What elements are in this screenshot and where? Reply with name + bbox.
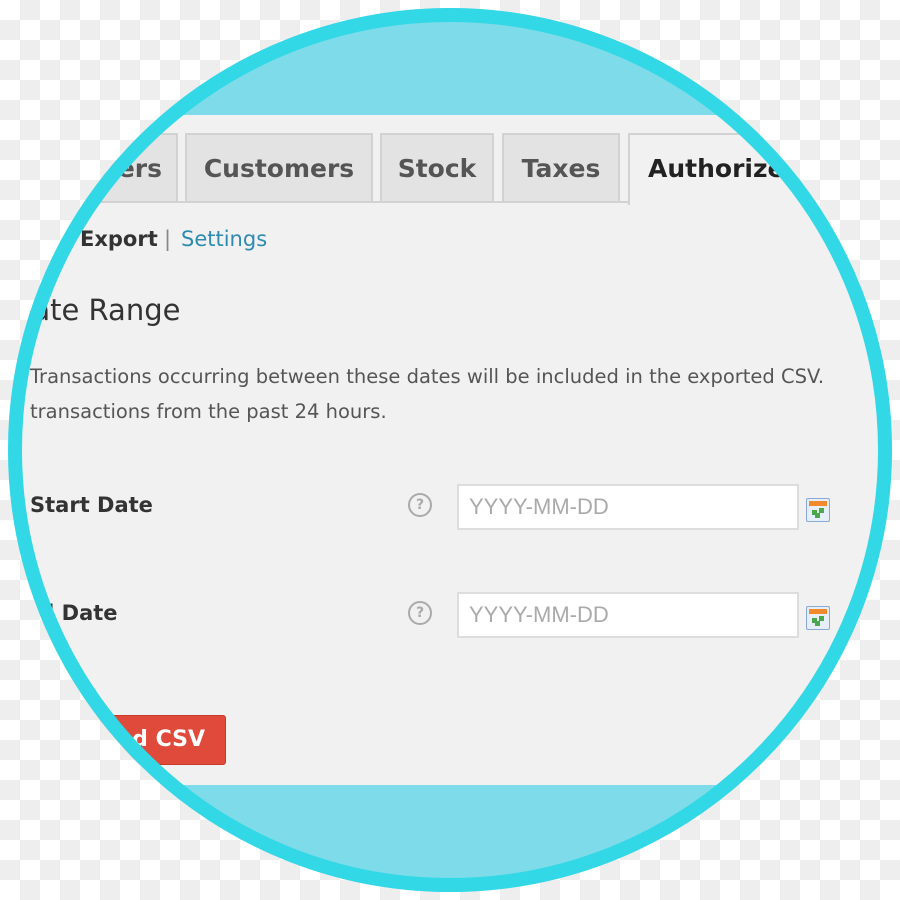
question-circle-icon[interactable]: ? xyxy=(408,601,432,625)
tab-taxes[interactable]: Taxes xyxy=(502,133,620,201)
tab-orders[interactable]: Orders xyxy=(8,133,178,201)
section-description-line2: transactions from the past 24 hours. xyxy=(30,400,387,423)
end-date-input[interactable] xyxy=(457,592,799,638)
subnav-export[interactable]: Export xyxy=(80,227,158,251)
tab-stock[interactable]: Stock xyxy=(380,133,494,201)
settings-panel: Orders Customers Stock Taxes Authorize E… xyxy=(8,115,892,785)
start-date-label: Start Date xyxy=(30,493,153,517)
subnav-separator: | xyxy=(164,227,172,251)
subnav-settings-link[interactable]: Settings xyxy=(181,227,267,251)
download-csv-button[interactable]: Download CSV xyxy=(8,715,226,765)
start-date-input[interactable] xyxy=(457,484,799,530)
section-title: Date Range xyxy=(10,293,181,327)
circular-frame: Orders Customers Stock Taxes Authorize E… xyxy=(8,8,892,892)
calendar-icon[interactable] xyxy=(806,606,830,630)
end-date-label: End Date xyxy=(10,601,118,625)
tab-customers[interactable]: Customers xyxy=(185,133,373,201)
section-description-line1: Transactions occurring between these dat… xyxy=(30,365,825,388)
tab-authorize[interactable]: Authorize xyxy=(628,133,892,205)
calendar-icon[interactable] xyxy=(806,498,830,522)
question-circle-icon[interactable]: ? xyxy=(408,493,432,517)
